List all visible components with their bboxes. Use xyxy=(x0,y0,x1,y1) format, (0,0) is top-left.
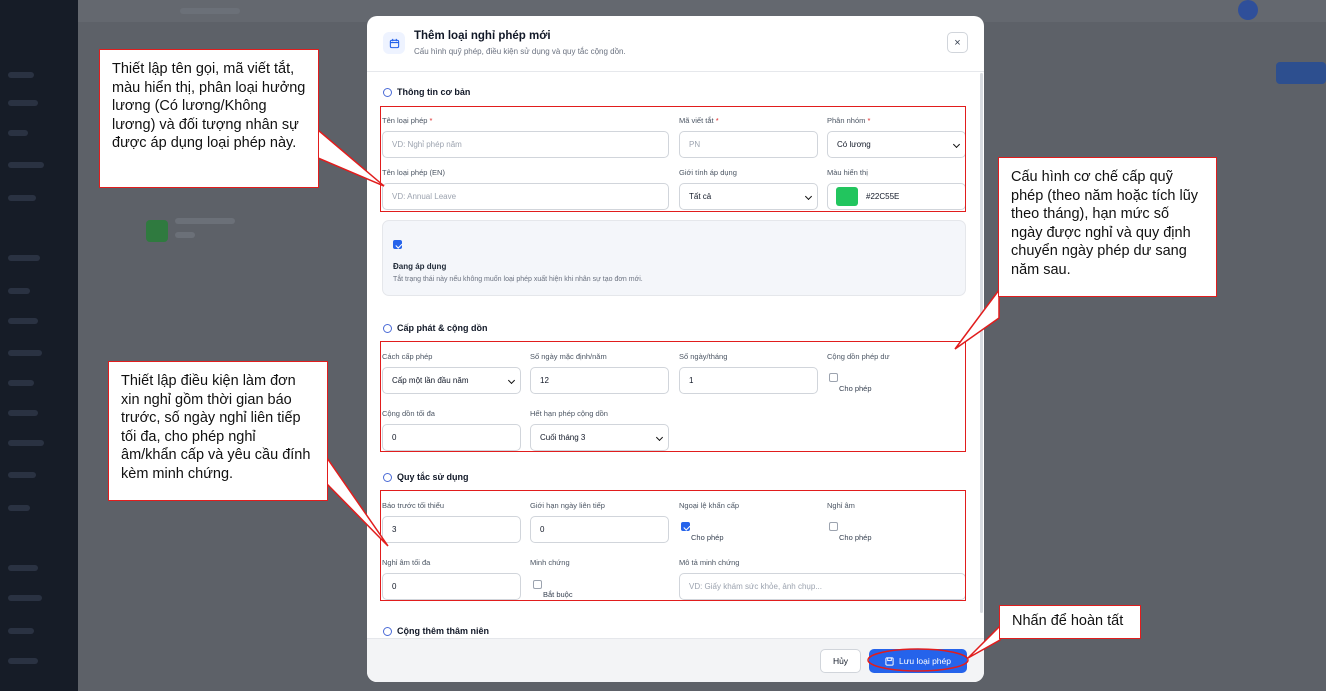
status-description: Tắt trạng thái này nếu không muốn loại p… xyxy=(393,276,643,283)
notice-label: Báo trước tối thiểu xyxy=(382,501,445,510)
section-seniority-label: Cộng thêm thâm niên xyxy=(397,626,489,636)
background-row-text xyxy=(175,218,235,224)
section-rules-label: Quy tắc sử dụng xyxy=(397,472,469,482)
section-basic-label: Thông tin cơ bản xyxy=(397,87,471,97)
negative-label: Nghỉ âm xyxy=(827,501,855,510)
negative-max-input[interactable]: 0 xyxy=(382,573,521,600)
section-basic-title: Thông tin cơ bản xyxy=(383,87,470,97)
background-avatar xyxy=(1238,0,1258,20)
color-picker[interactable]: #22C55E xyxy=(827,183,966,210)
carryover-max-input[interactable]: 0 xyxy=(382,424,521,451)
carryover-checkbox[interactable] xyxy=(829,373,838,382)
modal-scrollbar[interactable] xyxy=(980,73,983,613)
close-button[interactable]: × xyxy=(947,32,968,53)
negative-checkbox[interactable] xyxy=(829,522,838,531)
notice-input[interactable]: 3 xyxy=(382,516,521,543)
callout-allocation: Cấu hình cơ chế cấp quỹ phép (theo năm h… xyxy=(998,157,1217,297)
proof-option: Bắt buộc xyxy=(543,590,573,599)
background-sidebar xyxy=(0,0,78,691)
section-allocation-title: Cấp phát & cộng dồn xyxy=(383,323,488,333)
group-label: Phân nhóm * xyxy=(827,116,871,125)
section-allocation-label: Cấp phát & cộng dồn xyxy=(397,323,488,333)
emergency-checkbox[interactable] xyxy=(681,522,690,531)
modal-footer: Hủy Lưu loại phép xyxy=(367,638,984,682)
carryover-option: Cho phép xyxy=(839,384,872,393)
cancel-button[interactable]: Hủy xyxy=(820,649,861,673)
negative-option: Cho phép xyxy=(839,533,872,542)
code-label: Mã viết tắt * xyxy=(679,116,719,125)
name-input[interactable]: VD: Nghỉ phép năm xyxy=(382,131,669,158)
carryover-expiry-select[interactable]: Cuối tháng 3 xyxy=(530,424,669,451)
save-label: Lưu loại phép xyxy=(898,656,951,666)
background-row-text xyxy=(175,232,195,238)
calendar-icon xyxy=(383,32,405,54)
method-select[interactable]: Cấp một lần đầu năm xyxy=(382,367,521,394)
name-label: Tên loại phép * xyxy=(382,116,433,125)
color-label: Màu hiển thị xyxy=(827,168,868,177)
background-row-icon xyxy=(146,220,168,242)
consecutive-label: Giới hạn ngày liên tiếp xyxy=(530,501,605,510)
save-icon xyxy=(885,656,894,666)
callout-rules: Thiết lập điều kiện làm đơn xin nghỉ gồm… xyxy=(108,361,328,501)
color-value: #22C55E xyxy=(866,192,900,201)
info-icon xyxy=(383,87,392,97)
close-icon: × xyxy=(954,36,961,49)
background-primary-button xyxy=(1276,62,1326,84)
palette-icon xyxy=(383,626,392,636)
group-select[interactable]: Có lương xyxy=(827,131,966,158)
save-button[interactable]: Lưu loại phép xyxy=(869,649,967,673)
background-title-text xyxy=(180,8,240,14)
gender-label: Giới tính áp dụng xyxy=(679,168,737,177)
proof-label: Minh chứng xyxy=(530,558,570,567)
section-rules-title: Quy tắc sử dụng xyxy=(383,472,469,482)
clock-icon xyxy=(383,472,392,482)
callout-save: Nhấn để hoàn tất xyxy=(999,605,1141,639)
proof-desc-label: Mô tả minh chứng xyxy=(679,558,740,567)
proof-desc-input[interactable]: VD: Giấy khám sức khỏe, ảnh chụp... xyxy=(679,573,966,600)
carryover-expiry-label: Hết hạn phép cộng dồn xyxy=(530,409,608,418)
modal-header: Thêm loại nghỉ phép mới Cấu hình quỹ phé… xyxy=(367,16,984,72)
method-label: Cách cấp phép xyxy=(382,352,433,361)
carryover-label: Cộng dồn phép dư xyxy=(827,352,890,361)
color-swatch[interactable] xyxy=(836,187,858,206)
name-en-input[interactable]: VD: Annual Leave xyxy=(382,183,669,210)
add-leave-type-modal: Thêm loại nghỉ phép mới Cấu hình quỹ phé… xyxy=(367,16,984,682)
name-en-label: Tên loại phép (EN) xyxy=(382,168,445,177)
section-seniority-title: Cộng thêm thâm niên xyxy=(383,626,489,636)
carryover-max-label: Cộng dồn tối đa xyxy=(382,409,435,418)
status-card: Đang áp dụng Tắt trạng thái này nếu khôn… xyxy=(382,220,966,296)
days-per-month-label: Số ngày/tháng xyxy=(679,352,728,361)
code-input[interactable]: PN xyxy=(679,131,818,158)
status-checkbox[interactable] xyxy=(393,240,402,249)
gender-select[interactable]: Tất cả xyxy=(679,183,818,210)
days-per-month-input[interactable]: 1 xyxy=(679,367,818,394)
default-days-label: Số ngày mặc định/năm xyxy=(530,352,607,361)
history-icon xyxy=(383,323,392,333)
emergency-label: Ngoại lệ khẩn cấp xyxy=(679,501,740,510)
status-title: Đang áp dụng xyxy=(393,262,447,271)
emergency-option: Cho phép xyxy=(691,533,724,542)
modal-title: Thêm loại nghỉ phép mới xyxy=(414,30,551,42)
modal-subtitle: Cấu hình quỹ phép, điều kiện sử dụng và … xyxy=(414,47,626,56)
negative-max-label: Nghỉ âm tối đa xyxy=(382,558,431,567)
default-days-input[interactable]: 12 xyxy=(530,367,669,394)
proof-checkbox[interactable] xyxy=(533,580,542,589)
callout-basic: Thiết lập tên gọi, mã viết tắt, màu hiển… xyxy=(99,49,319,188)
consecutive-input[interactable]: 0 xyxy=(530,516,669,543)
